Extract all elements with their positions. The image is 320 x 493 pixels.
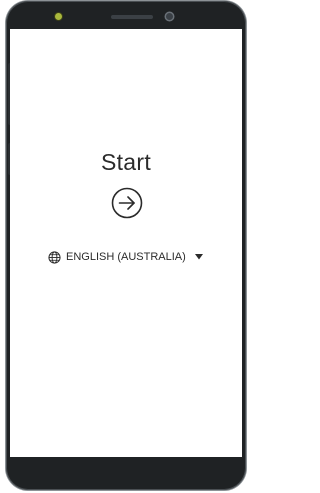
language-selector[interactable]: ENGLISH (AUSTRALIA) xyxy=(48,248,203,266)
earpiece-speaker xyxy=(111,15,153,19)
start-button[interactable] xyxy=(111,187,143,219)
device-frame-container: Start ENGLISH (AUSTRALIA) xyxy=(0,0,252,493)
globe-icon xyxy=(48,250,61,264)
camera-icon xyxy=(55,13,62,20)
caret-down-icon xyxy=(194,254,203,260)
phone-body: Start ENGLISH (AUSTRALIA) xyxy=(6,1,246,490)
start-title: Start xyxy=(100,149,152,175)
sensor-icon xyxy=(166,13,173,20)
language-label: ENGLISH (AUSTRALIA) xyxy=(66,251,186,263)
setup-welcome-screen: Start ENGLISH (AUSTRALIA) xyxy=(10,29,242,457)
arrow-right-circle-icon xyxy=(111,187,143,219)
